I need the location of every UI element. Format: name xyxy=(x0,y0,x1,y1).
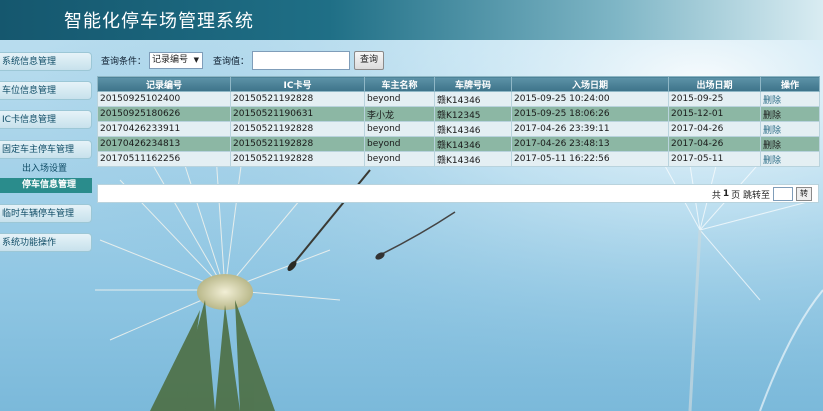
query-bar: 查询条件： 记录编号 ▼ 查询值： 查询 xyxy=(101,50,385,70)
col-header-entry-date[interactable]: 入场日期 xyxy=(511,76,669,92)
cell-owner-name: beyond xyxy=(364,91,435,107)
delete-link[interactable]: 删除 xyxy=(760,136,820,152)
cell-record-id: 20150925102400 xyxy=(97,91,231,107)
delete-link[interactable]: 删除 xyxy=(760,91,820,107)
delete-link[interactable]: 删除 xyxy=(760,151,820,167)
main-content: 查询条件： 记录编号 ▼ 查询值： 查询 记录编号 IC卡号 车主名称 车牌号码… xyxy=(97,40,820,411)
sidebar-item-system-functions[interactable]: 系统功能操作 xyxy=(0,233,92,252)
sidebar-subitem-entry-exit-settings[interactable]: 出入场设置 xyxy=(0,162,92,177)
cell-record-id: 20150925180626 xyxy=(97,106,231,122)
cell-ic-card: 20150521192828 xyxy=(230,121,365,137)
cell-ic-card: 20150521192828 xyxy=(230,91,365,107)
sidebar-item-system-info[interactable]: 系统信息管理 xyxy=(0,52,92,71)
cell-entry-date: 2017-04-26 23:48:13 xyxy=(511,136,669,152)
app-header: 智能化停车场管理系统 xyxy=(0,0,823,40)
cell-ic-card: 20150521192828 xyxy=(230,151,365,167)
cell-record-id: 20170511162256 xyxy=(97,151,231,167)
table-row: 20170511162256 20150521192828 beyond 赣K1… xyxy=(97,151,820,167)
table-row: 20150925180626 20150521190631 李小龙 赣K1234… xyxy=(97,106,820,122)
pager-prefix: 共 xyxy=(711,190,721,201)
cell-plate-number: 赣K12345 xyxy=(434,106,512,122)
cell-owner-name: beyond xyxy=(364,136,435,152)
cell-exit-date: 2017-04-26 xyxy=(668,136,761,152)
cell-entry-date: 2017-04-26 23:39:11 xyxy=(511,121,669,137)
value-label: 查询值： xyxy=(213,56,250,67)
sidebar-subitem-parking-info[interactable]: 停车信息管理 xyxy=(0,178,92,193)
sidebar: 系统信息管理 车位信息管理 IC卡信息管理 固定车主停车管理 出入场设置 停车信… xyxy=(0,40,95,411)
cell-plate-number: 赣K14346 xyxy=(434,121,512,137)
condition-select-value: 记录编号 xyxy=(152,54,189,65)
sidebar-item-fixed-owner-parking[interactable]: 固定车主停车管理 xyxy=(0,140,92,159)
table-header-row: 记录编号 IC卡号 车主名称 车牌号码 入场日期 出场日期 操作 xyxy=(97,76,820,92)
cell-entry-date: 2015-09-25 18:06:26 xyxy=(511,106,669,122)
pager-suffix: 页 跳转至 xyxy=(731,190,770,201)
table-row: 20170426233911 20150521192828 beyond 赣K1… xyxy=(97,121,820,137)
sidebar-item-temp-vehicle-parking[interactable]: 临时车辆停车管理 xyxy=(0,204,92,223)
parking-record-table: 记录编号 IC卡号 车主名称 车牌号码 入场日期 出场日期 操作 2015092… xyxy=(97,76,820,167)
app-title: 智能化停车场管理系统 xyxy=(64,11,254,32)
query-value-input[interactable] xyxy=(252,50,351,70)
cell-plate-number: 赣K14346 xyxy=(434,91,512,107)
cell-plate-number: 赣K14346 xyxy=(434,136,512,152)
col-header-owner-name[interactable]: 车主名称 xyxy=(364,76,435,92)
cell-exit-date: 2017-04-26 xyxy=(668,121,761,137)
cell-entry-date: 2015-09-25 10:24:00 xyxy=(511,91,669,107)
col-header-ic-card[interactable]: IC卡号 xyxy=(230,76,365,92)
condition-label: 查询条件： xyxy=(101,56,147,67)
cell-owner-name: beyond xyxy=(364,151,435,167)
condition-select[interactable]: 记录编号 ▼ xyxy=(149,51,204,69)
cell-exit-date: 2015-12-01 xyxy=(668,106,761,122)
table-row: 20170426234813 20150521192828 beyond 赣K1… xyxy=(97,136,820,152)
page-jump-input[interactable] xyxy=(773,187,793,201)
col-header-plate-number[interactable]: 车牌号码 xyxy=(434,76,512,92)
col-header-exit-date[interactable]: 出场日期 xyxy=(668,76,761,92)
table-row: 20150925102400 20150521192828 beyond 赣K1… xyxy=(97,91,820,107)
cell-plate-number: 赣K14346 xyxy=(434,151,512,167)
cell-exit-date: 2015-09-25 xyxy=(668,91,761,107)
col-header-action: 操作 xyxy=(760,76,820,92)
query-button[interactable]: 查询 xyxy=(354,50,385,70)
cell-record-id: 20170426233911 xyxy=(97,121,231,137)
cell-ic-card: 20150521190631 xyxy=(230,106,365,122)
page-jump-button[interactable]: 转 xyxy=(796,187,812,201)
cell-entry-date: 2017-05-11 16:22:56 xyxy=(511,151,669,167)
delete-link[interactable]: 删除 xyxy=(760,106,820,122)
cell-owner-name: 李小龙 xyxy=(364,106,435,122)
cell-ic-card: 20150521192828 xyxy=(230,136,365,152)
delete-link[interactable]: 删除 xyxy=(760,121,820,137)
col-header-record-id[interactable]: 记录编号 xyxy=(97,76,231,92)
pager-total-pages: 1 xyxy=(722,189,730,199)
chevron-down-icon: ▼ xyxy=(193,55,200,64)
cell-record-id: 20170426234813 xyxy=(97,136,231,152)
sidebar-item-space-info[interactable]: 车位信息管理 xyxy=(0,81,92,100)
sidebar-item-ic-card-info[interactable]: IC卡信息管理 xyxy=(0,110,92,129)
cell-owner-name: beyond xyxy=(364,121,435,137)
cell-exit-date: 2017-05-11 xyxy=(668,151,761,167)
pagination-bar: 共 1 页 跳转至 转 xyxy=(97,184,819,203)
